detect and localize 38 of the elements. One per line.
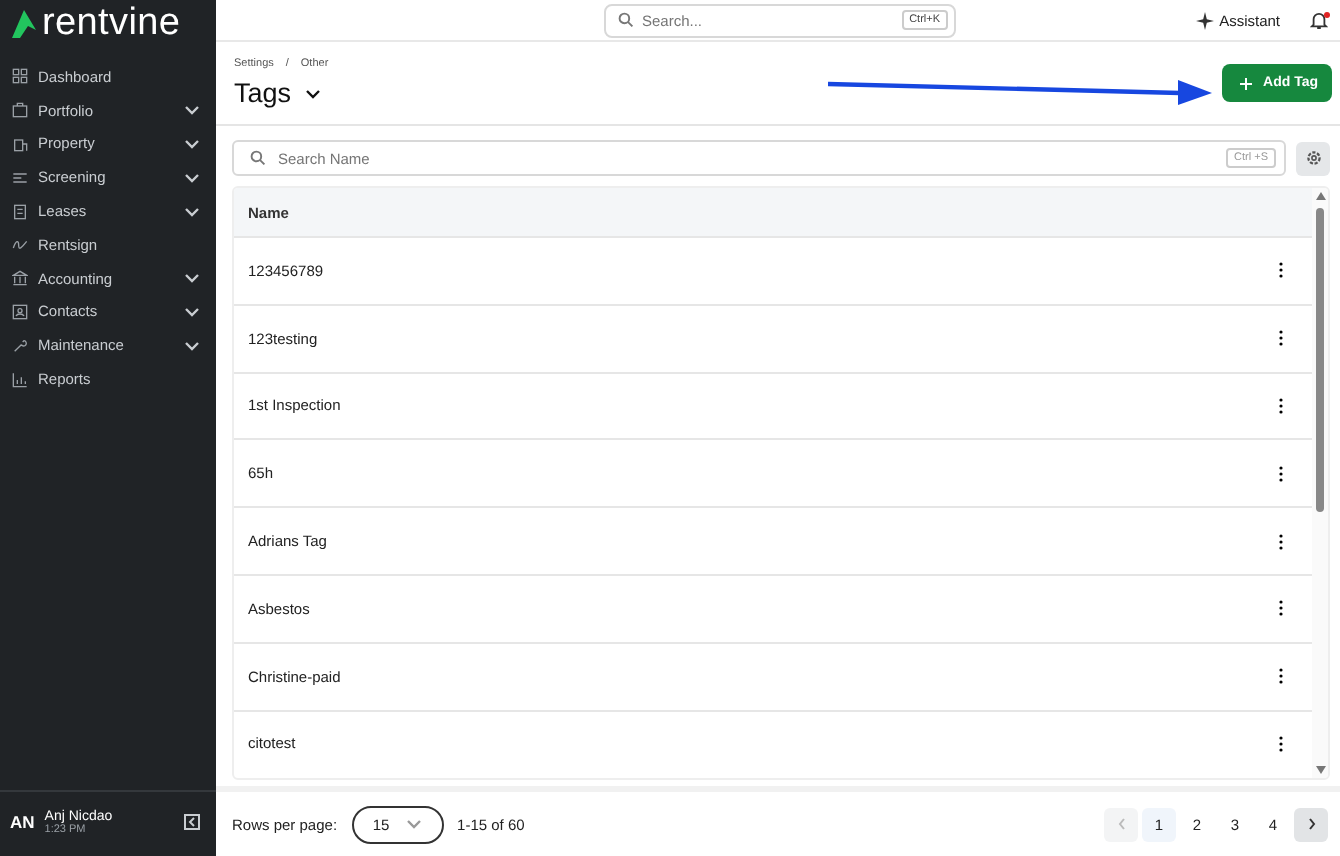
- sparkle-icon: [1195, 11, 1214, 29]
- more-options-icon[interactable]: [1278, 397, 1284, 414]
- more-options-icon[interactable]: [1278, 465, 1284, 482]
- wrench-icon: [12, 337, 28, 354]
- scrollbar[interactable]: [1312, 188, 1328, 778]
- more-options-icon[interactable]: [1278, 600, 1284, 617]
- user-initials: AN: [10, 812, 35, 832]
- more-options-icon[interactable]: [1278, 668, 1284, 685]
- plus-icon: [1239, 77, 1252, 89]
- search-icon: [250, 150, 266, 166]
- page-title: Tags: [234, 78, 292, 108]
- more-options-icon[interactable]: [1278, 262, 1284, 279]
- chevron-right-icon: [1307, 818, 1315, 830]
- more-options-icon[interactable]: [1278, 735, 1284, 752]
- chevron-down-icon: [303, 87, 322, 99]
- signature-icon: [12, 236, 28, 253]
- grid-icon: [12, 68, 28, 85]
- contact-card-icon: [12, 303, 28, 320]
- building-icon: [12, 135, 28, 152]
- search-icon: [618, 12, 634, 28]
- chevron-left-icon: [1117, 818, 1125, 830]
- document-icon: [12, 203, 28, 220]
- list-icon: [12, 169, 28, 186]
- next-page-button[interactable]: [1294, 807, 1328, 841]
- scroll-up-icon[interactable]: [1315, 192, 1325, 200]
- settings-button[interactable]: [1296, 141, 1330, 175]
- bar-chart-icon: [12, 371, 28, 388]
- bank-icon: [12, 270, 28, 287]
- briefcase-icon: [12, 102, 28, 119]
- logo-icon: [12, 8, 36, 40]
- scroll-down-icon[interactable]: [1315, 766, 1325, 774]
- logo: rentvine: [42, 6, 181, 42]
- more-options-icon[interactable]: [1278, 533, 1284, 550]
- more-options-icon[interactable]: [1278, 330, 1284, 347]
- bell-icon[interactable]: [1310, 11, 1328, 29]
- chevron-down-icon: [405, 818, 422, 830]
- settings-icon: [1305, 150, 1321, 166]
- collapse-sidebar-icon[interactable]: [184, 814, 200, 830]
